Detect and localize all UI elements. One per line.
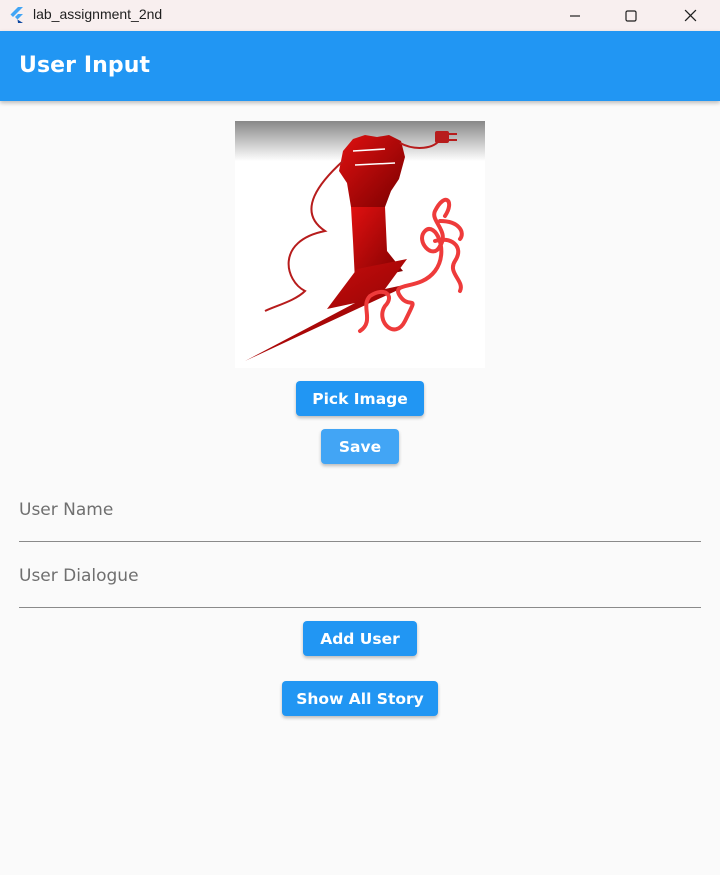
minimize-button[interactable] — [552, 0, 598, 31]
app-window: lab_assignment_2nd User Input Pick Image… — [0, 0, 720, 875]
raised-fist-logo-icon — [235, 121, 485, 361]
pick-image-button[interactable]: Pick Image — [296, 381, 424, 416]
user-name-input[interactable] — [19, 492, 701, 541]
save-button[interactable]: Save — [321, 429, 399, 464]
user-dialogue-field-container — [19, 558, 701, 608]
user-name-field-container — [19, 492, 701, 542]
show-all-story-button[interactable]: Show All Story — [282, 681, 438, 716]
maximize-icon — [625, 9, 637, 22]
window-titlebar: lab_assignment_2nd — [0, 0, 720, 31]
app-bar: User Input — [0, 31, 720, 101]
page-title: User Input — [19, 53, 151, 78]
close-button[interactable] — [667, 0, 713, 31]
flutter-logo-icon — [10, 7, 23, 23]
minimize-icon — [570, 14, 580, 17]
window-title: lab_assignment_2nd — [33, 6, 163, 22]
add-user-button[interactable]: Add User — [303, 621, 417, 656]
picked-image — [235, 121, 485, 368]
user-dialogue-input[interactable] — [19, 558, 701, 607]
close-icon — [684, 9, 696, 22]
maximize-button[interactable] — [608, 0, 654, 31]
